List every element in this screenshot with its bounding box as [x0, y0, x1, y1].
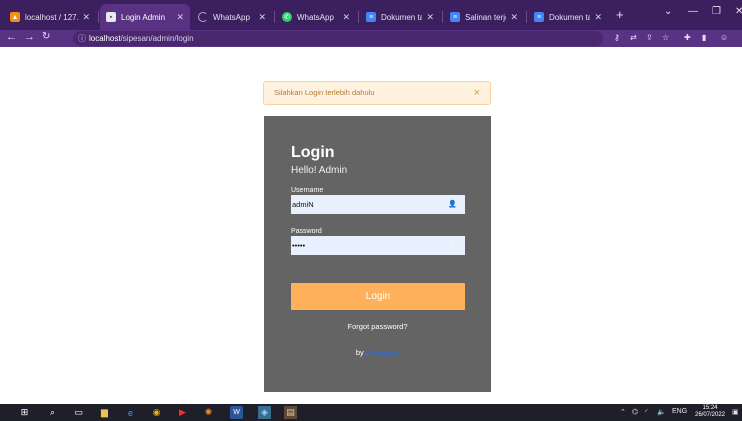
docs-icon: ≡: [450, 12, 460, 22]
windows-taskbar: ⊞ ⌕ ▭ ▆ e ◉ ▶ ✺ W ◈ ▤ ⌃ ⌬ ◜ 🔈 ENG 15:24 …: [0, 404, 742, 421]
extensions-icon[interactable]: ✚: [684, 33, 691, 42]
tab-title: localhost / 127.0.: [25, 12, 78, 22]
wifi-icon[interactable]: ◜: [645, 408, 648, 416]
tab-title: WhatsApp: [297, 12, 334, 22]
notifications-icon[interactable]: ▣: [732, 408, 739, 416]
forward-icon[interactable]: →: [24, 31, 35, 43]
tab-login-admin[interactable]: ▪ Login Admin ✕: [100, 4, 190, 30]
tab-phpmyadmin[interactable]: ▲ localhost / 127.0. ✕: [4, 4, 96, 30]
key-icon[interactable]: ⚷: [614, 33, 620, 42]
word-icon[interactable]: W: [230, 406, 243, 419]
tab-title: Dokumen tanpa: [381, 12, 423, 22]
alert-close-icon[interactable]: ×: [474, 82, 480, 104]
volume-icon[interactable]: 🔈: [657, 408, 666, 416]
tab-separator: [526, 11, 527, 23]
restore-icon[interactable]: ❐: [712, 6, 721, 17]
tab-title: WhatsApp: [213, 12, 250, 22]
network-icon[interactable]: ⌬: [632, 408, 638, 416]
tab-separator: [98, 11, 99, 23]
user-icon: 👤: [448, 201, 457, 208]
tab-dokumen-2[interactable]: ≡ Dokumen tanpa ✕: [528, 4, 608, 30]
credit-author-link[interactable]: Diampsok: [366, 348, 399, 357]
close-icon[interactable]: ✕: [510, 12, 518, 23]
bookmark-star-icon[interactable]: ☆: [662, 33, 669, 42]
back-icon[interactable]: ←: [6, 31, 17, 43]
search-icon[interactable]: ⌕: [46, 406, 59, 419]
tab-search-icon[interactable]: ⌄: [664, 6, 672, 17]
chrome-icon[interactable]: ◉: [150, 406, 163, 419]
phpmyadmin-icon: ▲: [10, 12, 20, 22]
tab-separator: [442, 11, 443, 23]
side-panel-icon[interactable]: ▮: [702, 33, 706, 42]
close-icon[interactable]: ✕: [258, 12, 266, 23]
screen: ▲ localhost / 127.0. ✕ ▪ Login Admin ✕ W…: [0, 0, 742, 421]
close-icon[interactable]: ✕: [342, 12, 350, 23]
minimize-icon[interactable]: —: [688, 6, 698, 17]
login-subtitle: Hello! Admin: [291, 165, 348, 176]
blender-icon[interactable]: ✺: [202, 406, 215, 419]
tab-title: Login Admin: [121, 12, 166, 22]
tab-salinan[interactable]: ≡ Salinan terjemah ✕: [444, 4, 524, 30]
clock-date: 26/07/2022: [694, 412, 726, 418]
page-viewport: Silahkan Login terlebih dahulu × Login H…: [0, 47, 742, 404]
url-path: /sipesan/admin/login: [120, 34, 194, 43]
password-label: Password: [291, 228, 322, 235]
whatsapp-icon: ✆: [282, 12, 292, 22]
close-icon[interactable]: ✕: [426, 12, 434, 23]
tab-title: Dokumen tanpa: [549, 12, 591, 22]
forgot-password-link[interactable]: Forgot password?: [264, 322, 491, 331]
browser-tab-strip: ▲ localhost / 127.0. ✕ ▪ Login Admin ✕ W…: [0, 0, 742, 30]
tab-whatsapp-loading[interactable]: WhatsApp ✕: [192, 4, 272, 30]
loading-spinner-icon: [198, 12, 208, 22]
close-icon[interactable]: ✕: [176, 12, 184, 23]
tab-whatsapp[interactable]: ✆ WhatsApp ✕: [276, 4, 356, 30]
docs-icon: ≡: [534, 12, 544, 22]
site-info-icon[interactable]: ⓘ: [78, 31, 86, 46]
username-input[interactable]: [291, 195, 465, 214]
password-input[interactable]: [291, 236, 465, 255]
tab-separator: [274, 11, 275, 23]
translate-icon[interactable]: ⇄: [630, 33, 637, 42]
task-view-icon[interactable]: ▭: [72, 406, 85, 419]
tab-dokumen-1[interactable]: ≡ Dokumen tanpa ✕: [360, 4, 440, 30]
docs-icon: ≡: [366, 12, 376, 22]
credit-prefix: by: [355, 348, 364, 357]
address-input[interactable]: ⓘ localhost/sipesan/admin/login: [73, 31, 603, 46]
tray-chevron-icon[interactable]: ⌃: [620, 408, 626, 416]
clock-time: 15:24: [702, 405, 718, 411]
terminal-icon[interactable]: ▤: [284, 406, 297, 419]
tab-separator: [358, 11, 359, 23]
login-title: Login: [291, 144, 335, 161]
login-button[interactable]: Login: [291, 283, 465, 310]
share-icon[interactable]: ⇪: [646, 33, 653, 42]
credit-line: by Diampsok: [264, 348, 491, 357]
close-icon[interactable]: ✕: [594, 12, 602, 23]
url-host: localhost: [89, 34, 121, 43]
new-tab-button[interactable]: +: [616, 7, 624, 22]
username-label: Username: [291, 187, 324, 194]
vscode-icon[interactable]: ◈: [258, 406, 271, 419]
login-required-alert: Silahkan Login terlebih dahulu ×: [263, 81, 491, 105]
youtube-icon[interactable]: ▶: [176, 406, 189, 419]
language-indicator[interactable]: ENG: [672, 408, 687, 415]
page-icon: ▪: [106, 12, 116, 22]
profile-avatar-icon[interactable]: ☺: [720, 33, 728, 42]
close-window-icon[interactable]: ✕: [735, 6, 742, 17]
windows-start-icon[interactable]: ⊞: [18, 406, 31, 419]
file-explorer-icon[interactable]: ▆: [98, 406, 111, 419]
edge-icon[interactable]: e: [124, 406, 137, 419]
tab-title: Salinan terjemah: [465, 12, 506, 22]
close-icon[interactable]: ✕: [82, 12, 90, 23]
taskbar-clock[interactable]: 15:24 26/07/2022: [692, 405, 728, 419]
alert-message: Silahkan Login terlebih dahulu: [274, 88, 375, 97]
eye-icon[interactable]: 👁: [448, 240, 457, 248]
address-toolbar: ← → ↻ ⓘ localhost/sipesan/admin/login ⚷ …: [0, 30, 742, 47]
reload-icon[interactable]: ↻: [42, 31, 50, 42]
login-card: Login Hello! Admin Username 👤 Password 👁…: [264, 116, 491, 392]
